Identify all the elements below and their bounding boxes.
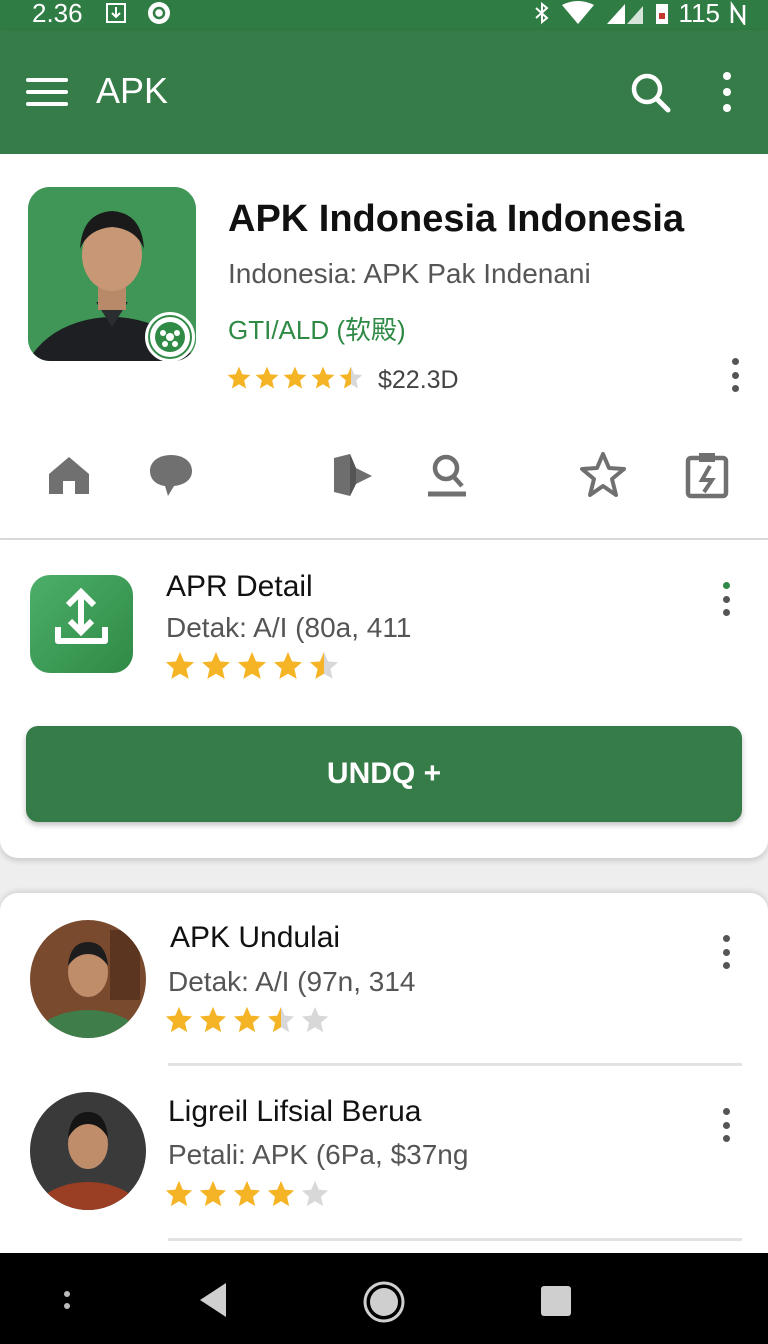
detail-card: APR Detail Detak: A/I (80a, 411 UNDQ + [0,540,768,858]
star-icon [202,652,230,679]
star-icon [283,366,307,389]
star-icon [255,366,279,389]
app-bar: APK [0,30,768,154]
star-icon [199,1006,227,1033]
star-icon [301,1006,329,1033]
app-subtitle: Indonesia: APK Pak Indenani [228,258,591,289]
status-bar: 2.36 115 [0,0,768,30]
list-item-title: APK Undulai [170,921,341,954]
star-icon[interactable] [578,450,628,500]
star-icon [301,1180,329,1207]
star-icon [267,1180,295,1207]
install-button-label: UNDQ + [326,757,442,790]
download-icon [106,3,126,23]
list-item-rating [164,1179,330,1209]
detail-subtitle: Detak: A/I (80a, 411 [166,612,412,643]
star-icon [165,1006,193,1033]
back-icon[interactable] [196,1281,230,1319]
list-item-title: Ligreil Lifsial Berua [168,1095,422,1128]
star-icon [339,366,363,389]
list-divider [168,1063,742,1066]
star-icon [274,652,302,679]
detail-rating [164,650,340,682]
profile-icon[interactable] [422,450,472,500]
app-price: $22.3D [378,366,459,394]
home-circle-icon[interactable] [362,1280,406,1324]
more-vert-icon[interactable] [714,72,740,112]
wifi-icon [561,1,594,24]
clipboard-icon[interactable] [682,450,732,500]
signal-small-icon [730,1,746,25]
menu-icon[interactable] [26,78,68,108]
list-item-more-icon[interactable] [719,1108,733,1142]
star-icon [166,652,194,679]
list-item-avatar[interactable] [30,1092,146,1210]
home-icon[interactable] [44,450,94,500]
bluetooth-icon [534,1,549,25]
star-icon [311,366,335,389]
app-hero-card: APK Indonesia Indonesia Indonesia: APK P… [0,154,768,540]
star-icon [267,1006,295,1033]
star-icon [233,1180,261,1207]
star-icon [310,652,338,679]
recents-icon[interactable] [540,1285,572,1317]
list-item-rating [164,1005,330,1035]
hero-rating [226,365,364,391]
battery-icon [655,4,668,24]
app-meta: GTI/ALD (软殿) [228,315,406,345]
star-icon [227,366,251,389]
app-list-card: APK Undulai Detak: A/I (97n, 314 Ligreil… [0,893,768,1253]
list-divider [168,1238,742,1241]
list-item-subtitle: Petali: APK (6Pa, $37ng [168,1139,469,1170]
star-icon [238,652,266,679]
detail-title: APR Detail [166,570,313,603]
list-item-avatar[interactable] [30,920,146,1038]
action-icon-row [0,450,768,510]
system-nav-bar [0,1253,768,1344]
star-icon [233,1006,261,1033]
bookmark-icon[interactable] [328,450,378,500]
download-app-icon[interactable] [30,575,133,673]
comment-icon[interactable] [146,450,196,500]
hero-more-icon[interactable] [726,358,744,392]
search-icon[interactable] [628,70,672,114]
signal-icon [606,4,643,24]
status-time: 2.36 [32,0,83,28]
star-icon [199,1180,227,1207]
list-item-subtitle: Detak: A/I (97n, 314 [168,966,416,997]
menu-dots-icon[interactable] [60,1289,74,1313]
status-right-text: 115 [678,0,720,28]
install-button[interactable]: UNDQ + [26,726,742,822]
app-title-main: APK Indonesia Indonesia [228,198,685,240]
sync-icon [148,2,170,24]
app-title: APK [96,70,169,111]
verified-badge-icon [145,312,195,362]
star-icon [165,1180,193,1207]
detail-more-icon[interactable] [719,582,733,616]
list-item-more-icon[interactable] [719,935,733,969]
